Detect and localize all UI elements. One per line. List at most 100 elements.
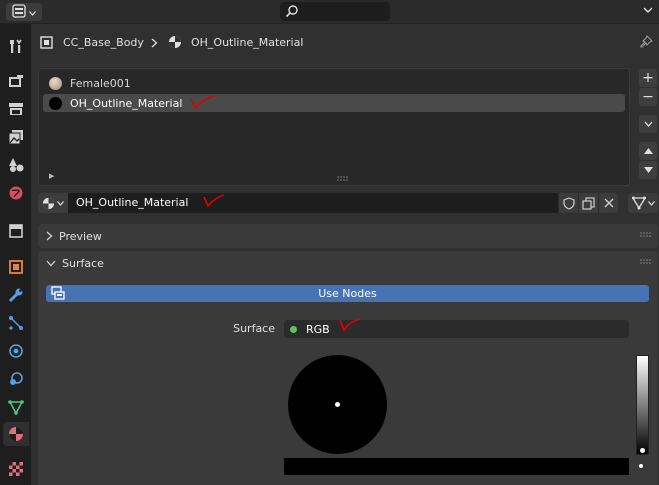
node-editor-icon (51, 286, 65, 300)
tab-scene[interactable] (3, 153, 29, 177)
tab-collection[interactable] (3, 219, 29, 243)
fake-user-button[interactable] (558, 193, 578, 213)
duplicate-material-button[interactable] (578, 193, 598, 213)
wrench-icon (8, 288, 23, 303)
tab-render[interactable] (3, 69, 29, 93)
add-slot-button[interactable]: + (639, 69, 657, 87)
close-icon (604, 198, 613, 208)
chevron-down-icon (29, 6, 36, 19)
chevron-down-icon (644, 121, 652, 127)
tab-material[interactable] (3, 422, 29, 446)
material-sphere-icon (9, 427, 23, 441)
tab-view-layer[interactable] (3, 125, 29, 149)
swatch-indicator (639, 464, 643, 468)
resize-grip-icon[interactable] (337, 176, 349, 182)
surface-shader-selector[interactable]: RGB (284, 320, 629, 338)
color-wheel[interactable] (288, 355, 387, 454)
preview-panel-header[interactable]: Preview (38, 224, 658, 248)
tab-world[interactable] (3, 181, 29, 205)
material-icon (169, 36, 181, 48)
move-slot-down-button[interactable] (639, 161, 657, 179)
box-icon (9, 224, 23, 238)
tab-output[interactable] (3, 97, 29, 121)
material-slot-female001[interactable]: Female001 (43, 74, 625, 92)
material-preview-ball (49, 76, 62, 90)
breadcrumb-object: CC_Base_Body (63, 36, 144, 49)
link-type-dropdown[interactable] (628, 193, 658, 213)
pin-icon[interactable] (640, 35, 653, 49)
tab-modifiers[interactable] (3, 283, 29, 307)
node-tree-icon (631, 196, 646, 210)
properties-editor-icon (12, 3, 26, 21)
triangle-down-icon (643, 167, 653, 173)
physics-icon (9, 344, 23, 358)
use-nodes-button[interactable]: Use Nodes (46, 285, 649, 302)
constraint-icon (10, 372, 23, 385)
use-nodes-label: Use Nodes (318, 287, 377, 300)
tab-tool[interactable] (3, 34, 29, 58)
shield-icon (562, 196, 575, 210)
triangle-up-icon (643, 148, 653, 154)
breadcrumb: CC_Base_Body OH_Outline_Material (31, 24, 659, 62)
panel-title: Surface (62, 256, 104, 270)
annotation-checkmark (203, 194, 225, 208)
properties-tab-strip (0, 24, 31, 485)
mesh-object-icon (40, 36, 53, 49)
printer-icon (9, 103, 23, 115)
annotation-checkmark (190, 95, 216, 110)
surface-panel-header[interactable]: Surface (38, 251, 658, 275)
surface-label: Surface (233, 322, 275, 335)
annotation-checkmark (339, 318, 361, 332)
chevron-right-icon (151, 38, 158, 48)
remove-slot-button[interactable]: − (639, 88, 657, 106)
chevron-right-icon (46, 231, 53, 241)
color-swatch[interactable] (284, 458, 629, 475)
color-wheel-cursor[interactable] (335, 402, 340, 407)
tab-constraints[interactable] (3, 367, 29, 391)
value-slider-handle[interactable] (640, 448, 645, 453)
expand-triangle-icon[interactable]: ▶ (49, 172, 54, 180)
chevron-down-icon (46, 260, 56, 266)
breadcrumb-material: OH_Outline_Material (191, 36, 304, 49)
material-icon (42, 197, 55, 209)
unlink-material-button[interactable] (598, 193, 618, 213)
material-datablock-selector: OH_Outline_Material (38, 193, 620, 213)
surface-shader-value: RGB (306, 322, 330, 336)
copy-icon (582, 196, 595, 210)
move-slot-up-button[interactable] (639, 142, 657, 160)
image-stack-icon (8, 130, 23, 145)
orange-square-icon (9, 260, 23, 274)
camera-back-icon (9, 75, 23, 87)
material-preview-ball (49, 96, 62, 110)
material-name-field[interactable]: OH_Outline_Material (68, 193, 558, 213)
search-input[interactable] (280, 2, 390, 21)
tab-object[interactable] (3, 255, 29, 279)
tab-data[interactable] (3, 395, 29, 419)
editor-type-dropdown[interactable] (6, 3, 42, 21)
checker-texture-icon (9, 462, 23, 476)
value-slider[interactable] (636, 355, 649, 455)
tab-texture[interactable] (3, 457, 29, 481)
globe-icon (9, 186, 23, 200)
search-icon (285, 5, 298, 18)
material-slot-oh-outline[interactable]: OH_Outline_Material (43, 94, 625, 112)
slot-specials-button[interactable] (639, 115, 657, 133)
properties-header (0, 0, 659, 24)
wrench-screwdriver-icon (10, 39, 22, 53)
material-slot-list[interactable]: Female001 OH_Outline_Material ▶ (38, 68, 630, 186)
header-menu-chevron-icon[interactable] (643, 4, 653, 17)
socket-dot-icon (290, 325, 297, 333)
slot-label: OH_Outline_Material (70, 96, 183, 110)
chevron-down-icon (647, 200, 655, 206)
drag-handle-icon[interactable] (640, 232, 652, 238)
drag-handle-icon[interactable] (640, 259, 652, 265)
particles-icon (9, 316, 23, 330)
chevron-down-icon (57, 200, 64, 206)
vertex-data-icon (8, 400, 24, 415)
tab-physics[interactable] (3, 339, 29, 363)
panel-title: Preview (59, 229, 102, 243)
browse-material-button[interactable] (38, 193, 68, 213)
tab-particles[interactable] (3, 311, 29, 335)
slot-label: Female001 (70, 76, 131, 90)
cone-sphere-icon (9, 158, 24, 172)
